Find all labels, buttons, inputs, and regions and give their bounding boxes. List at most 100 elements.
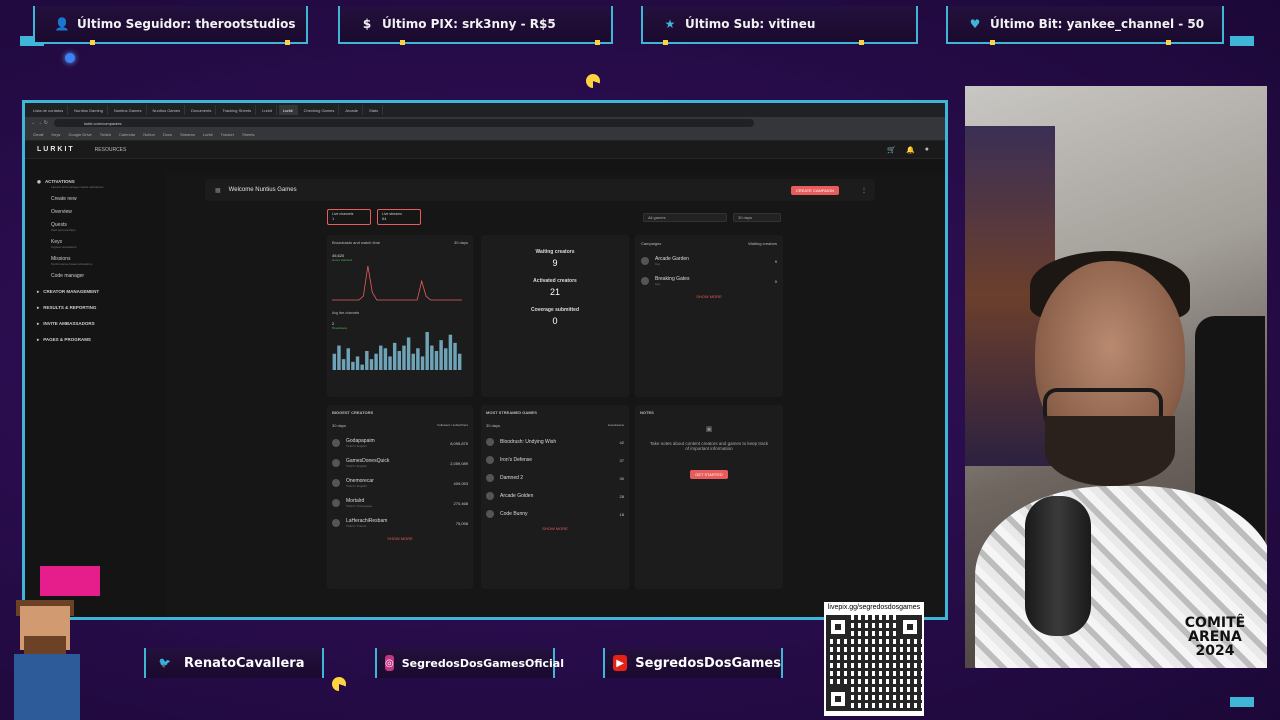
- item-value: 28: [619, 493, 624, 499]
- browser-tab[interactable]: Nuntius Games: [110, 105, 147, 115]
- list-item[interactable]: Iron's Defense 37: [486, 456, 624, 464]
- bookmark-item[interactable]: Lurkit: [203, 132, 213, 137]
- instagram-handle: SegredosDosGamesOficial: [401, 656, 565, 670]
- avg-channels-label: Avg live channels: [332, 311, 360, 315]
- creators-show-more[interactable]: SHOW MORE: [332, 536, 468, 541]
- lurkit-logo[interactable]: LURKIT: [37, 146, 75, 153]
- bookmark-item[interactable]: Keys: [51, 132, 60, 137]
- browser-tab[interactable]: Lurkit: [258, 105, 277, 115]
- chevron-right-icon: ▸: [37, 337, 40, 342]
- avatar: [641, 257, 649, 265]
- welcome-title: Welcome Nuntius Games: [228, 187, 297, 193]
- list-item[interactable]: Breaking Gates Key 0: [641, 276, 777, 286]
- stat-value: 21: [549, 287, 560, 297]
- bookmark-item[interactable]: Notion: [143, 132, 155, 137]
- browser-tab[interactable]: Tracking Sheets: [218, 105, 257, 115]
- address-bar[interactable]: lurkit.com/companies: [53, 119, 754, 127]
- games-card: MOST STREAMED GAMES 30 days Livestreams …: [481, 405, 629, 589]
- campaigns-show-more[interactable]: SHOW MORE: [641, 294, 777, 299]
- browser-tab[interactable]: Lista de contatos: [29, 105, 69, 115]
- item-name: Damned 2: [500, 475, 524, 481]
- resources-link[interactable]: RESOURCES: [95, 147, 127, 153]
- rocket-icon: ◉: [37, 179, 41, 184]
- user-icon: 👤: [54, 17, 70, 31]
- bookmark-item[interactable]: Calendar: [119, 132, 135, 137]
- bookmark-item[interactable]: Sheets: [242, 132, 254, 137]
- sidebar-section[interactable]: ▸ INVITE AMBASSADORS: [37, 321, 157, 327]
- more-options-icon[interactable]: ⋮: [861, 187, 867, 194]
- bookmark-item[interactable]: Google Drive: [68, 132, 91, 137]
- alert-bar-pix: $ Último PIX: srk3nny - R$5: [338, 6, 613, 45]
- bell-icon[interactable]: 🔔: [906, 146, 915, 154]
- bar-mark: [444, 348, 448, 370]
- browser-tab[interactable]: Checking Games: [300, 105, 340, 115]
- cursor-dot-decor: [65, 53, 75, 63]
- games-range[interactable]: 30 days: [486, 423, 500, 428]
- notes-title: NOTES: [640, 410, 654, 415]
- notes-get-started-button[interactable]: GET STARTED: [690, 470, 728, 479]
- bookmark-item[interactable]: Gmail: [33, 132, 43, 137]
- browser-tab[interactable]: Stats: [365, 105, 384, 115]
- back-icon[interactable]: ← → ↻: [31, 120, 48, 126]
- list-item[interactable]: Damned 2 30: [486, 474, 624, 482]
- notes-text: Take notes about content creators and ga…: [649, 441, 769, 451]
- list-item[interactable]: GamesDonesQuick Twitch / English 2,059,089: [332, 458, 468, 468]
- sidebar-section[interactable]: ▸ PAGES & PROGRAMS: [37, 337, 157, 343]
- sidebar-item[interactable]: Overview: [51, 209, 157, 215]
- sidebar-item[interactable]: Code manager: [51, 273, 157, 279]
- chip-live-streams[interactable]: Live streams 64: [377, 209, 421, 225]
- star-icon: ★: [664, 17, 676, 31]
- sidebar-section[interactable]: ▸ RESULTS & REPORTING: [37, 305, 157, 311]
- list-item[interactable]: Arcade Golden 28: [486, 492, 624, 500]
- browser-tab[interactable]: Nuntius Gaming: [70, 105, 108, 115]
- list-item[interactable]: LaHerachiResbam Twitch / French 75,098: [332, 518, 468, 528]
- alert-bar-sub: ★ Último Sub: vitineu: [641, 6, 918, 45]
- sidebar: ◉ ACTIVATIONS Launch and manage creator …: [25, 173, 165, 617]
- browser-tab[interactable]: Documents: [187, 105, 217, 115]
- creators-range[interactable]: 30 days: [332, 423, 346, 428]
- games-select[interactable]: All games: [643, 213, 727, 222]
- chart-card-range: 30 days: [453, 240, 468, 245]
- browser-tab[interactable]: Lurkit: [278, 105, 298, 115]
- bar-mark: [379, 345, 383, 370]
- chip-live-channels[interactable]: Live channels 1: [327, 209, 371, 225]
- range-select[interactable]: 30 days: [733, 213, 781, 222]
- alert-follower-text: Último Seguidor: therootstudios: [77, 17, 296, 31]
- item-value: 0: [774, 278, 777, 284]
- list-item[interactable]: Mortalrd Twitch / Portuguese 270,468: [332, 498, 468, 508]
- item-value: 2,059,089: [450, 460, 468, 466]
- profile-icon[interactable]: ●: [925, 146, 929, 154]
- main-dashboard: ▦ Welcome Nuntius Games CREATE CAMPAIGN …: [165, 173, 945, 617]
- create-campaign-button[interactable]: CREATE CAMPAIGN: [790, 185, 839, 195]
- list-item[interactable]: Godapapaim Twitch / English 8,095,875: [332, 438, 468, 448]
- games-col-label: Livestreams: [607, 423, 624, 427]
- item-value: 8,095,875: [450, 440, 468, 446]
- bar-mark: [453, 342, 457, 370]
- cart-icon[interactable]: 🛒: [887, 146, 896, 154]
- bar-mark: [374, 353, 378, 370]
- sidebar-item[interactable]: Create new: [51, 196, 157, 202]
- list-item[interactable]: Arcade Garden Key 9: [641, 256, 777, 266]
- browser-tab[interactable]: Nuntius Games: [149, 105, 186, 115]
- sidebar-section[interactable]: ▸ CREATOR MANAGEMENT: [37, 289, 157, 295]
- avatar: [332, 459, 340, 467]
- bar-mark: [332, 353, 337, 370]
- alert-pix-text: Último PIX: srk3nny - R$5: [382, 17, 556, 31]
- list-item[interactable]: Bloodrush: Undying Wish 42: [486, 438, 624, 446]
- avatar: [332, 499, 340, 507]
- games-show-more[interactable]: SHOW MORE: [486, 526, 624, 531]
- bookmark-item[interactable]: Docs: [163, 132, 172, 137]
- corner-decor: [1230, 697, 1254, 707]
- list-item[interactable]: Onemorecar Twitch / English 409,053: [332, 478, 468, 488]
- bookmark-item[interactable]: Tracker: [221, 132, 234, 137]
- browser-tab[interactable]: Arcade: [341, 105, 364, 115]
- bookmark-item[interactable]: Twitch: [100, 132, 111, 137]
- welcome-bar: ▦ Welcome Nuntius Games CREATE CAMPAIGN …: [205, 179, 875, 201]
- bar-mark: [369, 359, 374, 370]
- sidebar-activations-sub: Launch and manage creator activations: [51, 185, 104, 189]
- item-name: Arcade Golden: [500, 493, 534, 499]
- bookmark-item[interactable]: Streams: [180, 132, 195, 137]
- app-header: LURKIT RESOURCES 🛒 🔔 ●: [25, 141, 945, 159]
- list-item[interactable]: Code Bunny 18: [486, 510, 624, 518]
- twitter-icon: 🐦: [158, 657, 172, 669]
